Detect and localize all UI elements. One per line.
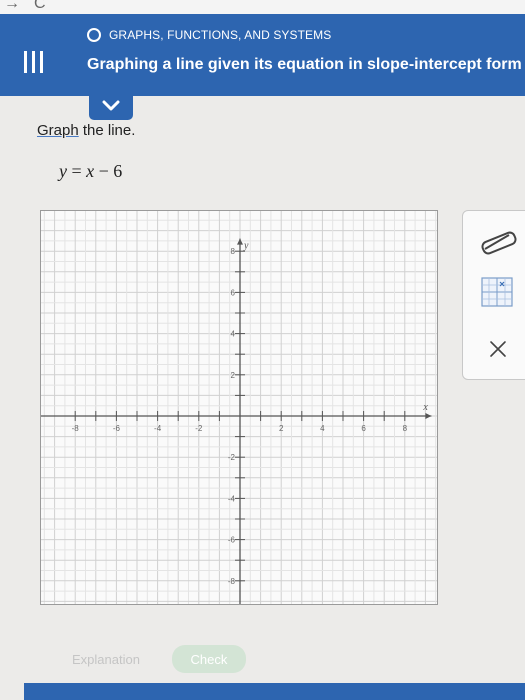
equation: y = x − 6 [59,161,122,182]
x-tick-label: -2 [195,424,203,433]
graph-help-link[interactable]: Graph [37,122,79,139]
y-axis-label: y [243,241,249,252]
x-axis-arrow [425,413,432,419]
x-tick-label: -6 [113,424,121,433]
y-tick-label: 4 [231,330,236,339]
back-arrow-icon[interactable]: → [4,0,20,13]
bottom-bar [24,683,525,700]
x-axis-label: x [422,402,428,413]
x-tick-label: 8 [403,424,408,433]
equation-rest: − 6 [94,161,123,181]
prompt-text: the line. [78,122,136,139]
chevron-down-icon [102,100,120,111]
coordinate-plane[interactable]: x y -8 -6 -4 -2 2 4 6 8 8 6 4 2 -2 -4 -6 -8 [41,211,437,604]
clear-icon[interactable] [488,339,508,359]
equation-y: y [59,161,67,181]
line-tool-icon[interactable] [481,229,517,255]
explanation-button[interactable]: Explanation [62,646,150,672]
equation-x: x [86,161,95,181]
lesson-header: GRAPHS, FUNCTIONS, AND SYSTEMS Graphing … [0,14,525,96]
y-tick-label: -6 [228,536,236,545]
topic-label: GRAPHS, FUNCTIONS, AND SYSTEMS [109,28,332,42]
x-tick-label: 2 [279,424,284,433]
x-tick-label: -4 [154,424,162,433]
topic-line: GRAPHS, FUNCTIONS, AND SYSTEMS [87,28,331,42]
graph-area[interactable]: x y -8 -6 -4 -2 2 4 6 8 8 6 4 2 -2 -4 -6 -8 [40,210,438,605]
y-tick-label: -8 [228,577,236,586]
menu-icon[interactable] [24,51,44,73]
collapse-header-button[interactable] [89,94,133,120]
y-axis-arrow [237,238,243,245]
progress-circle-icon [87,28,101,42]
lesson-title: Graphing a line given its equation in sl… [87,56,522,73]
x-tick-label: -8 [72,424,80,433]
y-tick-label: -4 [228,494,236,503]
equation-equals: = [67,161,87,181]
y-tick-label: 6 [231,288,236,297]
y-tick-label: 2 [231,371,236,380]
table-tool-icon[interactable] [481,277,513,307]
x-tick-label: 6 [361,424,366,433]
y-tick-label: 8 [231,247,236,256]
reload-icon[interactable]: C [34,0,46,13]
question-prompt: Graph the line. [37,122,135,139]
check-button[interactable]: Check [171,645,246,673]
x-tick-label: 4 [320,424,325,433]
action-bar: Explanation Check [62,645,246,673]
graph-toolbox [462,210,525,380]
browser-toolbar: → C [0,0,525,14]
y-tick-label: -2 [228,453,236,462]
